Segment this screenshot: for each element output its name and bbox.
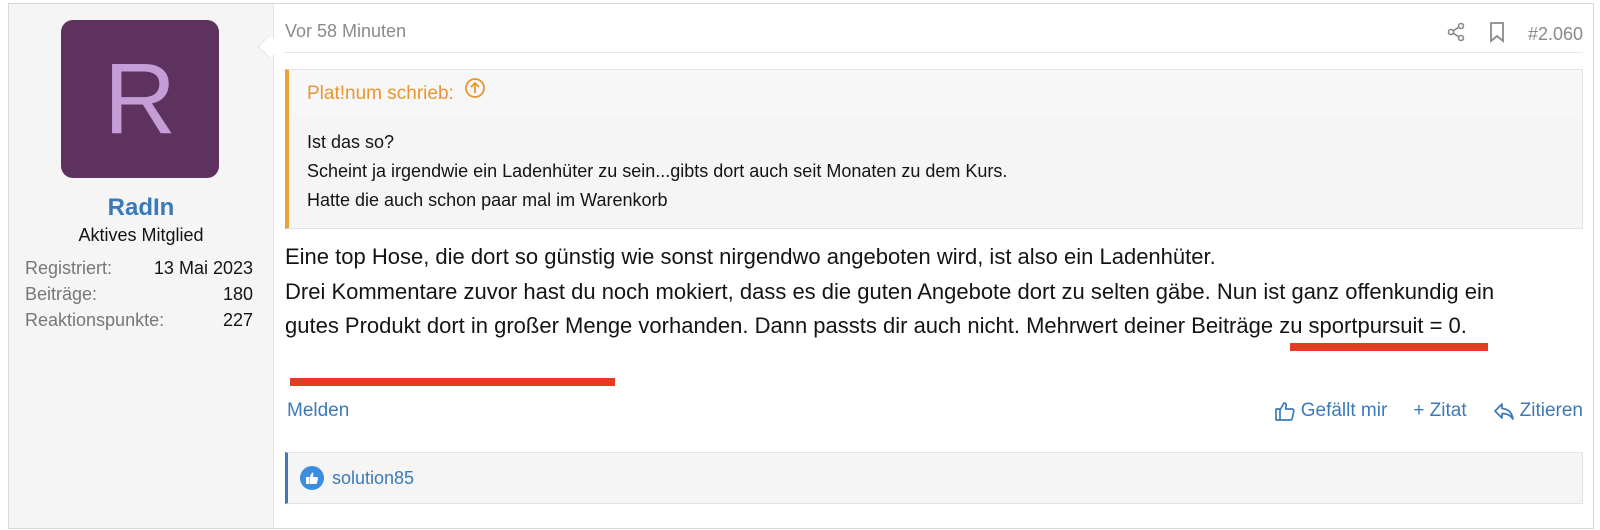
stat-value: 227 — [222, 310, 253, 330]
quote-header[interactable]: Plat!num schrieb: — [289, 70, 1582, 118]
post-body: Eine top Hose, die dort so günstig wie s… — [285, 240, 1545, 344]
reply-arrow-icon — [1493, 401, 1515, 421]
bookmark-icon[interactable] — [1488, 21, 1506, 48]
quote-author[interactable]: Plat!num schrieb: — [307, 70, 454, 118]
annotation-underline — [1290, 343, 1488, 351]
reply-label: Zitieren — [1519, 400, 1583, 421]
annotation-underline — [290, 378, 615, 386]
post-number[interactable]: #2.060 — [1528, 24, 1583, 45]
author-stats: Registriert: 13 Mai 2023 Beiträge: 180 R… — [25, 255, 253, 333]
reactions-summary: solution85 — [285, 452, 1583, 504]
forum-post: R RadIn Aktives Mitglied Registriert: 13… — [8, 3, 1594, 529]
quote-line: Ist das so? — [307, 132, 395, 152]
post-actions: Melden Gefällt mir + Zitat Zitieren — [285, 400, 1583, 430]
avatar[interactable]: R — [61, 20, 219, 178]
post-body-line: Eine top Hose, die dort so günstig wie s… — [285, 244, 1216, 269]
like-label: Gefällt mir — [1300, 400, 1388, 421]
author-sidebar: R RadIn Aktives Mitglied Registriert: 13… — [9, 4, 274, 528]
quote-block: Plat!num schrieb: Ist das so? Scheint ja… — [285, 69, 1583, 229]
stat-label: Reaktionspunkte: — [25, 310, 165, 330]
quote-line: Scheint ja irgendwie ein Ladenhüter zu s… — [307, 161, 1008, 181]
stat-reactions: Reaktionspunkte: 227 — [25, 307, 253, 333]
reaction-user[interactable]: solution85 — [332, 468, 414, 489]
post-meta-actions: #2.060 — [1446, 21, 1583, 48]
stat-label: Registriert: — [25, 258, 113, 278]
arrow-up-circle-icon[interactable] — [464, 70, 486, 118]
post-main: Vor 58 Minuten #2.060 Plat!num schrieb: … — [285, 4, 1583, 528]
stat-value: 13 Mai 2023 — [153, 258, 253, 278]
post-meta-bar: Vor 58 Minuten #2.060 — [285, 4, 1583, 53]
reaction-actions: Gefällt mir + Zitat Zitieren — [1274, 400, 1583, 422]
quote-line: Hatte die auch schon paar mal im Warenko… — [307, 190, 668, 210]
thumbs-up-icon — [1274, 400, 1296, 422]
report-link[interactable]: Melden — [287, 400, 349, 422]
share-icon[interactable] — [1446, 22, 1466, 47]
like-button[interactable]: Gefällt mir — [1274, 400, 1388, 422]
reply-button[interactable]: Zitieren — [1493, 400, 1583, 422]
author-username[interactable]: RadIn — [9, 194, 273, 222]
post-body-paragraph: Drei Kommentare zuvor hast du noch mokie… — [285, 278, 1495, 339]
multi-quote-button[interactable]: + Zitat — [1413, 400, 1466, 422]
author-title: Aktives Mitglied — [78, 225, 204, 245]
stat-posts: Beiträge: 180 — [25, 281, 253, 307]
like-reaction-icon — [300, 466, 324, 490]
stat-value: 180 — [222, 284, 253, 304]
quote-content: Ist das so? Scheint ja irgendwie ein Lad… — [289, 118, 1582, 215]
avatar-letter: R — [103, 43, 177, 155]
post-time[interactable]: Vor 58 Minuten — [285, 21, 406, 42]
stat-label: Beiträge: — [25, 284, 98, 304]
stat-registered: Registriert: 13 Mai 2023 — [25, 255, 253, 281]
